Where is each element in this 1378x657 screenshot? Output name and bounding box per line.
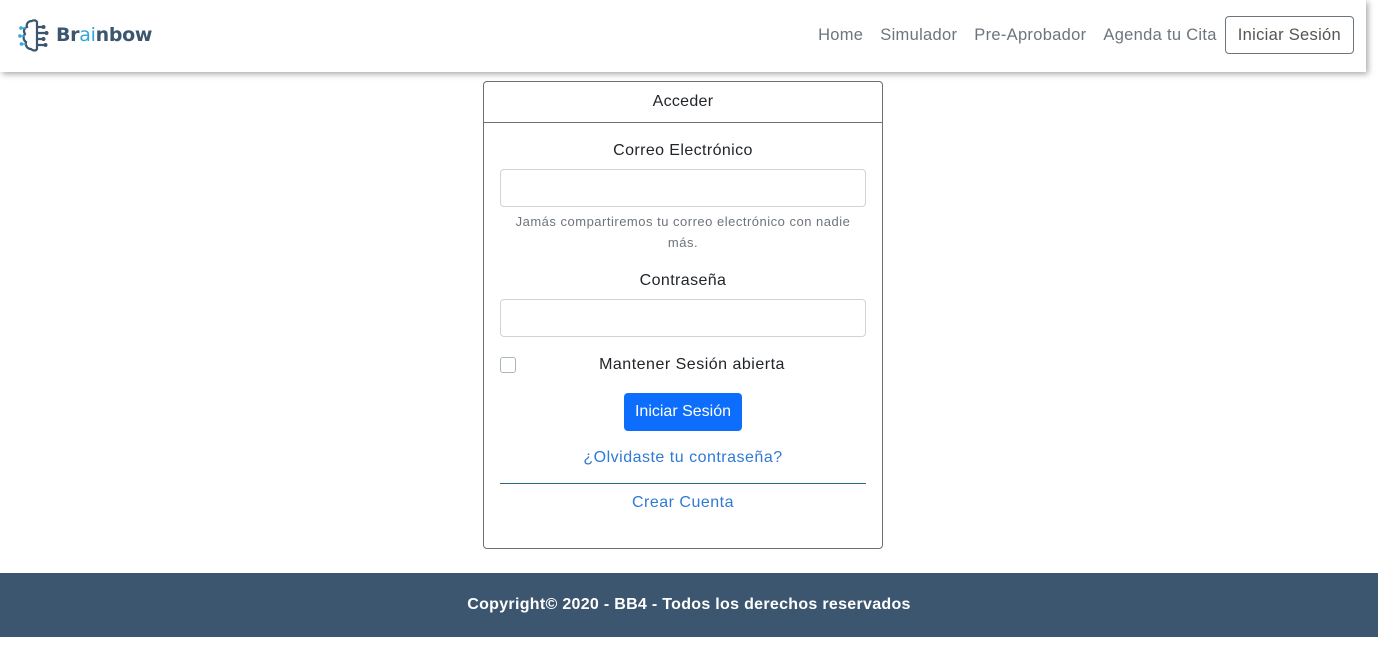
email-label: Correo Electrónico [613, 142, 753, 159]
remember-label[interactable]: Mantener Sesión abierta [500, 356, 866, 374]
brand-logo[interactable]: Brainbow [18, 16, 152, 54]
email-help-text: Jamás compartiremos tu correo electrónic… [515, 214, 851, 250]
password-field[interactable] [500, 299, 866, 337]
nav-link-simulador[interactable]: Simulador [880, 26, 957, 45]
login-form: Correo Electrónico Jamás compartiremos t… [484, 142, 882, 512]
nav-link-agenda[interactable]: Agenda tu Cita [1103, 26, 1216, 45]
navbar: Brainbow Home Simulador Pre-Aprobador Ag… [0, 0, 1366, 72]
nav-menu: Home Simulador Pre-Aprobador Agenda tu C… [818, 16, 1354, 54]
brand-name: Brainbow [56, 24, 153, 46]
copyright-text: Copyright© 2020 - BB4 - Todos los derech… [467, 596, 911, 613]
nav-login-button[interactable]: Iniciar Sesión [1224, 16, 1354, 54]
nav-link-home[interactable]: Home [818, 26, 863, 45]
login-submit-button[interactable]: Iniciar Sesión [624, 393, 742, 431]
footer: Copyright© 2020 - BB4 - Todos los derech… [0, 573, 1378, 637]
create-account-link[interactable]: Crear Cuenta [500, 494, 866, 512]
card-header: Acceder [484, 82, 882, 123]
remember-row: Mantener Sesión abierta [500, 355, 866, 375]
password-label: Contraseña [639, 272, 727, 289]
forgot-password-link[interactable]: ¿Olvidaste tu contraseña? [500, 449, 866, 467]
login-card: Acceder Correo Electrónico Jamás compart… [483, 81, 883, 549]
brain-circuit-icon [18, 19, 49, 52]
email-field[interactable] [500, 169, 866, 207]
remember-checkbox[interactable] [500, 357, 516, 373]
nav-link-pre-aprobador[interactable]: Pre-Aprobador [974, 26, 1086, 45]
divider [500, 483, 866, 484]
